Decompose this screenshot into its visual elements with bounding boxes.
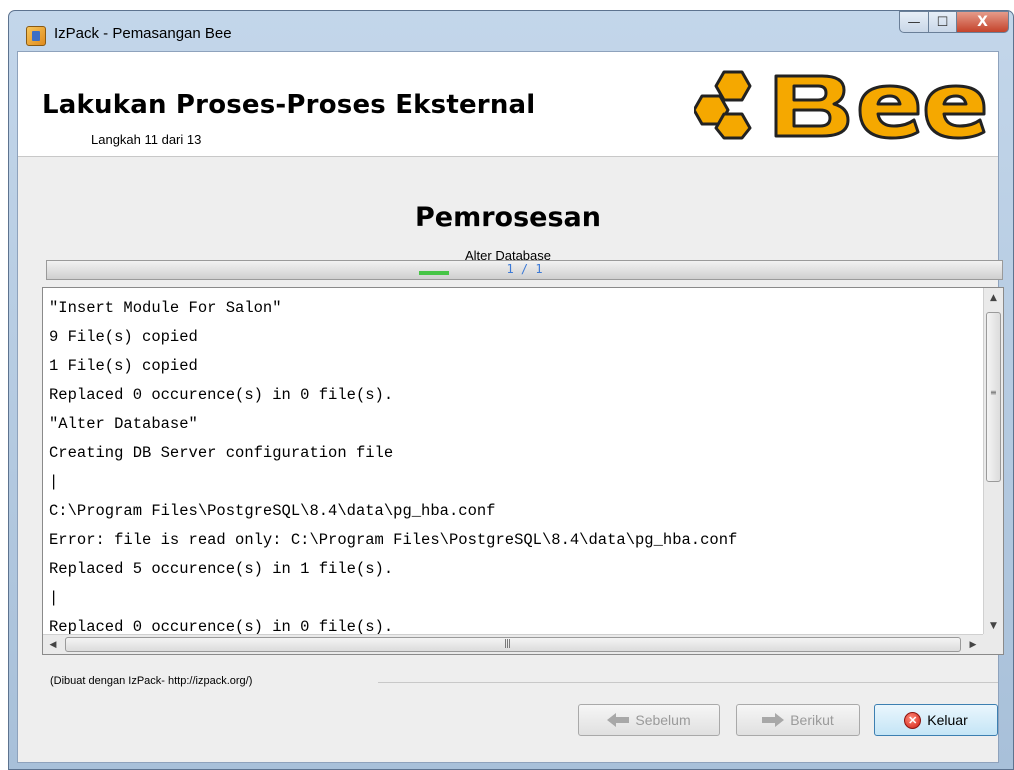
izpack-credit: (Dibuat dengan IzPack- http://izpack.org…: [50, 675, 259, 687]
close-button[interactable]: X: [957, 11, 1009, 33]
scroll-grip-icon: |||: [504, 639, 511, 649]
log-line: Error: file is read only: C:\Program Fil…: [49, 531, 738, 549]
next-button-label: Berikut: [790, 712, 834, 728]
log-line: 9 File(s) copied: [49, 328, 198, 346]
maximize-button[interactable]: ☐: [929, 11, 957, 33]
scroll-grip-icon: ≡: [990, 388, 997, 397]
previous-button[interactable]: Sebelum: [578, 704, 720, 736]
window-title: IzPack - Pemasangan Bee: [54, 25, 232, 42]
honeycomb-icon: [694, 70, 752, 140]
installer-client-area: Lakukan Proses-Proses Eksternal Langkah …: [17, 51, 1004, 763]
bee-logo: [694, 70, 986, 140]
scroll-up-arrow-icon[interactable]: ▲: [984, 288, 1003, 308]
log-line: |: [49, 473, 59, 491]
process-log-textarea[interactable]: "Insert Module For Salon" 9 File(s) copie…: [42, 287, 1004, 655]
log-line: 1 File(s) copied: [49, 357, 198, 375]
previous-button-label: Sebelum: [635, 712, 691, 728]
log-line: C:\Program Files\PostgreSQL\8.4\data\pg_…: [49, 502, 496, 520]
exit-icon: ✕: [904, 711, 922, 729]
exit-button-label: Keluar: [927, 712, 968, 728]
bee-logo-letters: [774, 74, 986, 140]
caption-buttons: — ☐ X: [899, 11, 1009, 33]
scroll-right-arrow-icon[interactable]: ▶: [963, 635, 983, 654]
exit-button[interactable]: ✕ Keluar: [874, 704, 998, 736]
log-line: |: [49, 589, 59, 607]
panel-header: Lakukan Proses-Proses Eksternal Langkah …: [18, 52, 998, 157]
scroll-down-arrow-icon[interactable]: ▼: [984, 616, 1003, 636]
page-title: Lakukan Proses-Proses Eksternal: [42, 90, 536, 120]
log-line: Creating DB Server configuration file: [49, 444, 394, 462]
overall-progress-bar: 1 / 1: [46, 260, 1003, 280]
minimize-button[interactable]: —: [899, 11, 929, 33]
vertical-scroll-thumb[interactable]: ≡: [986, 312, 1001, 482]
installer-window: IzPack - Pemasangan Bee — ☐ X Lakukan Pr…: [8, 10, 1014, 770]
footer-divider: [378, 682, 998, 683]
log-line: "Alter Database": [49, 415, 198, 433]
scroll-left-arrow-icon[interactable]: ◀: [43, 635, 63, 654]
log-lines: "Insert Module For Salon" 9 File(s) copie…: [49, 294, 983, 642]
next-button[interactable]: Berikut: [736, 704, 860, 736]
vertical-scrollbar[interactable]: ▲ ≡ ▼: [983, 288, 1003, 636]
log-line: Replaced 0 occurence(s) in 0 file(s).: [49, 386, 394, 404]
log-line: Replaced 5 occurence(s) in 1 file(s).: [49, 560, 394, 578]
horizontal-scrollbar[interactable]: ◀ ||| ▶: [43, 634, 983, 654]
scroll-corner: [983, 634, 1003, 654]
progress-text: 1 / 1: [506, 262, 543, 276]
izpack-app-icon: [26, 26, 46, 46]
log-line: "Insert Module For Salon": [49, 299, 282, 317]
step-indicator: Langkah 11 dari 13: [91, 132, 202, 147]
horizontal-scroll-thumb[interactable]: |||: [65, 637, 961, 652]
section-title: Pemrosesan: [415, 202, 601, 233]
arrow-left-icon: [607, 713, 630, 727]
arrow-right-icon: [762, 713, 785, 727]
